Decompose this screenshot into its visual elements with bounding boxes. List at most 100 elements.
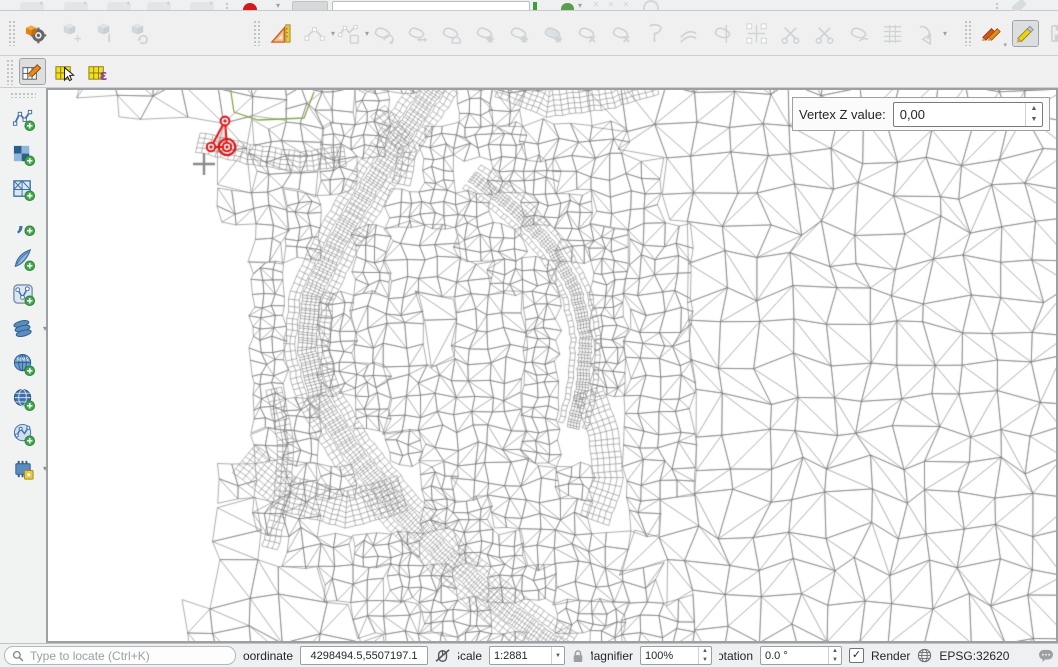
svg-text:i: i	[107, 33, 111, 45]
add-wcs-layer-button[interactable]	[8, 385, 38, 413]
add-ring-button	[505, 20, 532, 47]
toolbar-handle[interactable]	[8, 20, 15, 46]
current-edits-icon	[980, 22, 1003, 45]
add-mesh-layer-button[interactable]	[8, 175, 38, 203]
search-icon	[12, 650, 24, 662]
clipped-toolbar-item	[533, 2, 537, 10]
clipped-toolbar-item	[292, 1, 328, 10]
dropdown-arrow-icon[interactable]: ▾	[1003, 41, 1007, 49]
delete-part-button	[607, 20, 634, 47]
crs-globe-icon[interactable]	[917, 648, 932, 663]
mesh-digitize-button[interactable]	[19, 58, 46, 85]
add-delimited-text-icon: ,	[12, 213, 35, 236]
rotation-label: Rotation	[719, 649, 753, 663]
clipped-toolbar-item	[190, 2, 214, 10]
split-features-icon	[711, 22, 734, 45]
toolbar-handle[interactable]	[964, 20, 971, 46]
merge-features-button	[811, 20, 838, 47]
add-wms-layer-icon: WMS	[12, 353, 35, 376]
cube-add-button: +	[56, 20, 83, 47]
current-edits-button[interactable]: ▾	[978, 20, 1005, 47]
move-feature-button	[369, 20, 396, 47]
add-raster-layer-icon	[12, 143, 35, 166]
crs-code[interactable]: EPSG:32620	[939, 649, 1009, 663]
svg-text:+: +	[73, 33, 81, 45]
add-vector-layer-icon	[12, 108, 35, 131]
delete-part-icon	[609, 22, 632, 45]
scale-combobox[interactable]: 1:2881 ▼	[489, 646, 565, 665]
rotate-feature-button	[437, 20, 464, 47]
svg-text:ε: ε	[99, 68, 107, 83]
add-raster-layer-button[interactable]	[8, 140, 38, 168]
messages-icon[interactable]	[1038, 649, 1054, 663]
vertex-z-spinbox[interactable]: 0,00 ▲ ▼	[893, 102, 1043, 127]
toggle-extents-icon[interactable]	[435, 649, 451, 663]
clipped-toolbar-item: ×	[590, 1, 602, 10]
mesh-transform-icon: ε	[87, 60, 110, 83]
toolbar-handle[interactable]	[6, 59, 13, 85]
coordinate-label: Coordinate	[243, 649, 293, 663]
mesh-map-canvas[interactable]	[48, 90, 1056, 641]
add-wfs-layer-button[interactable]	[8, 420, 38, 448]
offset-curve-button	[675, 20, 702, 47]
vertex-z-label: Vertex Z value:	[799, 107, 886, 122]
simplify-feature-button	[471, 20, 498, 47]
cad-set-square-icon	[269, 22, 292, 45]
vertex-z-value-widget: Vertex Z value: 0,00 ▲ ▼	[792, 97, 1050, 131]
add-spatialite-layer-button[interactable]	[8, 245, 38, 273]
toolbar-handle[interactable]	[253, 20, 260, 46]
offset-curve-icon	[677, 22, 700, 45]
spin-down-icon[interactable]: ▼	[1026, 114, 1042, 126]
delete-ring-button	[573, 20, 600, 47]
render-label: Render	[871, 649, 910, 663]
reshape-features-button	[641, 20, 668, 47]
spin-up-icon[interactable]: ▲	[1026, 103, 1042, 115]
gear-cube-button[interactable]	[22, 20, 49, 47]
add-mesh-layer-icon	[12, 178, 35, 201]
align-features-icon	[881, 22, 904, 45]
cad-set-square-button[interactable]	[267, 20, 294, 47]
clipped-toolbar-item	[643, 0, 659, 10]
add-web-service-layer-button[interactable]: ▾	[8, 455, 38, 483]
vertex-z-value[interactable]: 0,00	[894, 103, 1025, 126]
rotation-spinbox[interactable]: 0.0 ° ▲▼	[760, 646, 842, 665]
add-database-layer-button[interactable]: ▾	[8, 315, 38, 343]
clipped-toolbar-item	[225, 2, 230, 10]
svg-text:,: ,	[16, 213, 24, 235]
mesh-transform-button[interactable]: ε	[85, 58, 112, 85]
split-parts-button	[777, 20, 804, 47]
add-virtual-layer-icon	[12, 283, 35, 306]
scale-label: Scale	[458, 649, 482, 663]
save-edits-button	[1046, 20, 1058, 47]
align-features-button	[879, 20, 906, 47]
toggle-editing-button[interactable]	[1012, 20, 1039, 47]
delete-ring-icon	[575, 22, 598, 45]
add-database-layer-icon	[12, 318, 35, 341]
toolbar-handle[interactable]	[10, 92, 36, 98]
lock-scale-icon[interactable]	[572, 649, 584, 663]
add-virtual-layer-button[interactable]	[8, 280, 38, 308]
circular-string-icon	[303, 22, 326, 45]
add-wms-layer-button[interactable]: WMS	[8, 350, 38, 378]
add-web-service-layer-icon	[12, 458, 35, 481]
locator-search-input[interactable]: Type to locate (Ctrl+K)	[4, 646, 236, 665]
clipped-toolbar-item	[147, 2, 171, 10]
add-ring-icon	[507, 22, 530, 45]
manage-layers-toolbar: , ▾ WMS ▾	[0, 88, 46, 643]
magnifier-spinbox[interactable]: 100% ▲▼	[640, 646, 712, 665]
gear-cube-icon	[24, 22, 47, 45]
mesh-select-button[interactable]	[52, 58, 79, 85]
coordinate-input[interactable]: 4298494.5,5507197.1	[300, 646, 428, 665]
offset-point-symbol-icon	[745, 22, 768, 45]
rotate-point-symbols-icon	[915, 22, 938, 45]
split-features-button	[709, 20, 736, 47]
dropdown-arrow-icon[interactable]: ▾	[943, 29, 947, 38]
split-parts-icon	[779, 22, 802, 45]
combo-arrow-icon[interactable]: ▼	[551, 647, 564, 664]
clipped-toolbar-item: ▾	[276, 2, 284, 10]
mesh-editing-toolbar: ε	[0, 56, 1058, 88]
add-delimited-text-button[interactable]: ,	[8, 210, 38, 238]
add-vector-layer-button[interactable]	[8, 105, 38, 133]
save-edits-icon	[1048, 22, 1058, 45]
render-checkbox[interactable]: ✓	[849, 648, 864, 663]
